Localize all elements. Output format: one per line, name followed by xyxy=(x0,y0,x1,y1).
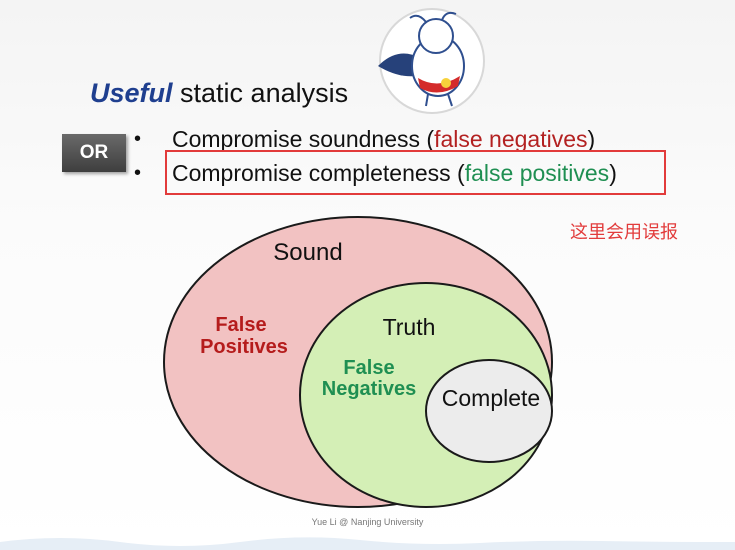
title-emphasis: Useful xyxy=(90,78,173,108)
title-rest: static analysis xyxy=(172,78,349,108)
false-negatives-label-line-2: Negatives xyxy=(322,378,417,400)
mascot-logo xyxy=(378,8,485,114)
or-badge: OR xyxy=(62,134,126,172)
sound-label: Sound xyxy=(273,239,342,266)
bullet-suffix: ) xyxy=(587,126,596,152)
footer-credit: Yue Li @ Nanjing University xyxy=(311,517,424,527)
bullet-marker: • xyxy=(134,128,142,150)
decorative-wave xyxy=(0,537,735,550)
bullet-prefix: Compromise soundness ( xyxy=(172,126,435,152)
false-positives-label-line-1: False xyxy=(215,314,266,336)
false-positives-label-line-2: Positives xyxy=(200,336,288,358)
complete-label: Complete xyxy=(442,385,540,411)
slide-title: Useful static analysis xyxy=(90,78,348,109)
false-negatives-text: false negatives xyxy=(434,126,588,152)
annotation-note: 这里会用误报 xyxy=(570,222,678,242)
highlight-box xyxy=(165,150,666,195)
soundness-completeness-diagram: Sound False Positives Truth False Negati… xyxy=(163,216,553,508)
false-negatives-label-line-1: False xyxy=(343,357,394,379)
bullet-marker: • xyxy=(134,162,142,184)
complete-region xyxy=(425,359,553,463)
truth-label: Truth xyxy=(383,314,436,340)
